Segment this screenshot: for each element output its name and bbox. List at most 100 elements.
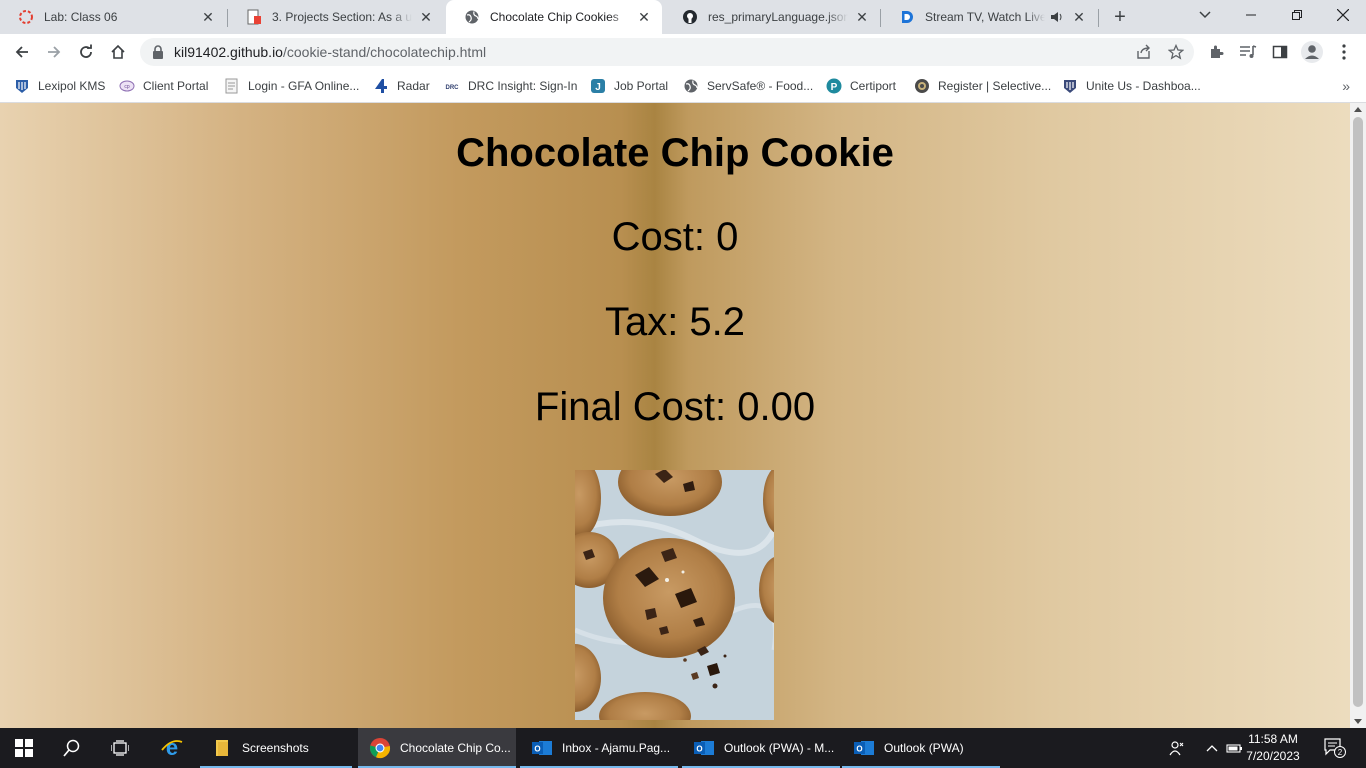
job-portal-icon: J (590, 78, 606, 94)
taskbar-app-screenshots[interactable]: Screenshots (200, 728, 352, 768)
bookmark-label: ServSafe® - Food... (707, 79, 814, 93)
new-tab-button[interactable]: + (1109, 6, 1131, 28)
extensions-icon[interactable] (1202, 38, 1230, 66)
svg-text:O: O (534, 745, 540, 754)
speaker-icon[interactable] (1049, 9, 1065, 25)
tab-directv[interactable]: Stream TV, Watch Live Te ✕ (881, 0, 1097, 34)
selective-icon (914, 78, 930, 94)
profile-avatar[interactable] (1298, 38, 1326, 66)
close-icon[interactable]: ✕ (200, 9, 216, 25)
bookmark-certiport[interactable]: P Certiport (826, 76, 896, 96)
close-window-button[interactable] (1320, 0, 1366, 30)
svg-text:P: P (831, 82, 838, 93)
svg-text:DRC: DRC (446, 85, 460, 91)
bookmark-unite-us[interactable]: Unite Us - Dashboa... (1062, 76, 1201, 96)
system-clock[interactable]: 11:58 AM 7/20/2023 (1240, 731, 1306, 765)
bookmark-selective[interactable]: Register | Selective... (914, 76, 1051, 96)
media-controls-icon[interactable] (1234, 38, 1262, 66)
url-text[interactable]: kil91402.github.io/cookie-stand/chocolat… (174, 44, 486, 60)
url-path: /cookie-stand/chocolatechip.html (282, 44, 487, 60)
tab-title: Chocolate Chip Cookies (490, 10, 619, 24)
home-button[interactable] (104, 38, 132, 66)
github-icon (682, 9, 698, 25)
tab-github-json[interactable]: res_primaryLanguage.json - p ✕ (664, 0, 880, 34)
people-icon[interactable] (1164, 728, 1190, 768)
close-icon[interactable]: ✕ (1071, 9, 1087, 25)
bookmark-label: Radar (397, 79, 430, 93)
bookmark-servsafe[interactable]: ServSafe® - Food... (683, 76, 813, 96)
tab-chocolate-chip[interactable]: Chocolate Chip Cookies ✕ (446, 0, 662, 34)
bookmark-star-icon[interactable] (1168, 44, 1184, 60)
taskbar-app-label: Outlook (PWA) (884, 741, 964, 755)
restore-button[interactable] (1274, 0, 1320, 30)
uniteus-icon (1062, 78, 1078, 94)
share-icon[interactable] (1136, 44, 1152, 60)
back-button[interactable] (8, 38, 36, 66)
forward-button[interactable] (40, 38, 68, 66)
bookmark-label: Unite Us - Dashboa... (1086, 79, 1201, 93)
taskbar-app-label: Inbox - Ajamu.Pag... (562, 741, 671, 755)
tab-lab-class[interactable]: Lab: Class 06 ✕ (0, 0, 226, 34)
gfa-icon (224, 78, 240, 94)
tab-title: Lab: Class 06 (44, 10, 118, 24)
search-icon[interactable] (48, 728, 96, 768)
certiport-icon: P (826, 78, 842, 94)
bookmark-lexipol[interactable]: Lexipol KMS (14, 76, 105, 96)
browser-toolbar: kil91402.github.io/cookie-stand/chocolat… (0, 34, 1366, 70)
taskbar-app-chrome[interactable]: Chocolate Chip Co... (358, 728, 516, 768)
side-panel-icon[interactable] (1266, 38, 1294, 66)
taskbar-app-inbox[interactable]: O Inbox - Ajamu.Pag... (520, 728, 678, 768)
page-title: Chocolate Chip Cookie (456, 131, 894, 175)
bookmark-gfa[interactable]: Login - GFA Online... (224, 76, 359, 96)
bookmark-label: Login - GFA Online... (248, 79, 360, 93)
reload-button[interactable] (72, 38, 100, 66)
taskbar-app-label: Chocolate Chip Co... (400, 741, 511, 755)
start-button[interactable] (0, 728, 48, 768)
action-center-icon[interactable]: 2 (1318, 728, 1352, 768)
scrollbar-thumb[interactable] (1353, 117, 1363, 707)
task-view-icon[interactable] (96, 728, 144, 768)
bookmarks-bar: Lexipol KMS cp Client Portal Login - GFA… (0, 70, 1366, 103)
bookmark-client-portal[interactable]: cp Client Portal (119, 76, 208, 96)
bookmark-label: Job Portal (614, 79, 669, 93)
close-icon[interactable]: ✕ (418, 9, 434, 25)
bookmark-drc[interactable]: DRC DRC Insight: Sign-In (444, 76, 578, 96)
tab-search-icon[interactable] (1182, 0, 1228, 30)
tab-title: res_primaryLanguage.json - p (708, 10, 848, 24)
svg-text:cp: cp (124, 84, 130, 90)
address-bar[interactable]: kil91402.github.io/cookie-stand/chocolat… (140, 38, 1194, 66)
taskbar-app-outlook-pwa-m[interactable]: O Outlook (PWA) - M... (682, 728, 840, 768)
outlook-icon: O (530, 736, 554, 760)
bookmark-job-portal[interactable]: J Job Portal (590, 76, 668, 96)
scroll-up-arrow-icon[interactable] (1354, 107, 1362, 112)
tab-separator (1098, 9, 1099, 27)
close-icon[interactable]: ✕ (636, 9, 652, 25)
bookmarks-overflow-icon[interactable]: » (1342, 78, 1350, 94)
scroll-down-arrow-icon[interactable] (1354, 719, 1362, 724)
minimize-button[interactable] (1228, 0, 1274, 30)
clock-time: 11:58 AM (1248, 732, 1298, 746)
bookmark-radar[interactable]: Radar (373, 76, 430, 96)
lock-icon[interactable] (152, 45, 164, 64)
page-content: Chocolate Chip Cookie Cost: 0 Tax: 5.2 F… (0, 103, 1350, 728)
cookie-image (575, 470, 774, 720)
close-icon[interactable]: ✕ (854, 9, 870, 25)
internet-explorer-icon[interactable]: e (148, 728, 196, 768)
lexipol-icon (14, 78, 30, 94)
folder-icon (210, 736, 234, 760)
final-cost-text: Final Cost: 0.00 (534, 385, 816, 429)
bookmark-label: Certiport (850, 79, 897, 93)
bookmark-label: Client Portal (143, 79, 209, 93)
outlook-icon: O (852, 736, 876, 760)
globe-icon (464, 9, 480, 25)
vertical-scrollbar[interactable] (1350, 103, 1366, 728)
taskbar-app-outlook-pwa[interactable]: O Outlook (PWA) (842, 728, 1000, 768)
windows-taskbar: e Screenshots Chocolate Chip Co... O Inb… (0, 728, 1366, 768)
menu-icon[interactable] (1330, 38, 1358, 66)
tab-projects-section[interactable]: 3. Projects Section: As a user ✕ (228, 0, 444, 34)
taskbar-app-label: Screenshots (242, 741, 309, 755)
svg-text:e: e (166, 736, 178, 760)
canvas-icon (18, 9, 34, 25)
doc-icon (246, 9, 262, 25)
chevron-up-icon[interactable] (1202, 728, 1222, 768)
